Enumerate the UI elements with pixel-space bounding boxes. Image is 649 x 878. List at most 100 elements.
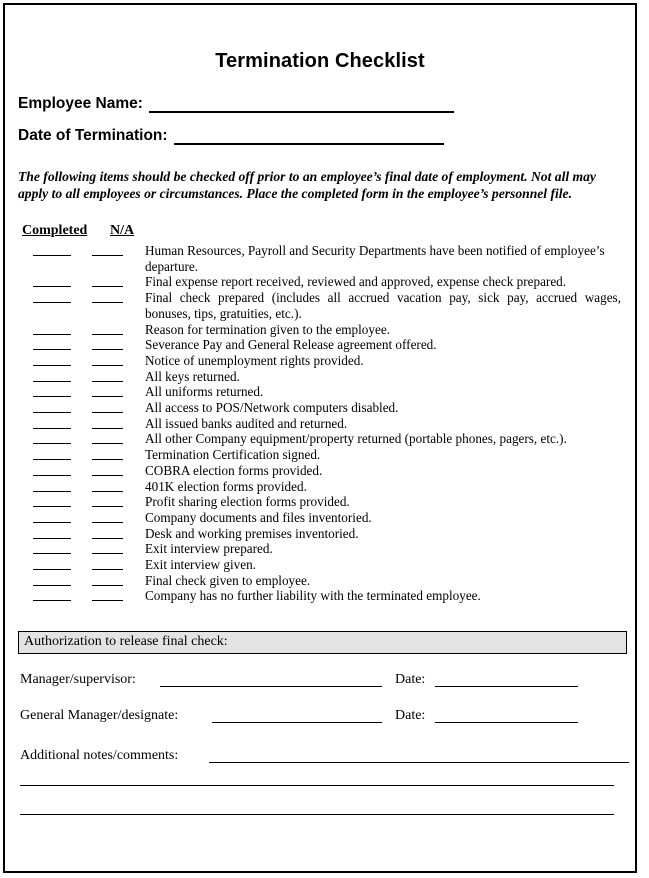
checkbox-completed[interactable] — [33, 448, 71, 461]
checklist-item-label: 401K election forms provided. — [145, 478, 307, 494]
checkbox-na[interactable] — [92, 275, 123, 288]
checklist-column-headers: Completed N/A — [18, 223, 635, 241]
checkbox-na[interactable] — [92, 542, 123, 555]
checklist-item-label: Company has no further liability with th… — [145, 588, 481, 604]
checkbox-completed[interactable] — [33, 480, 71, 492]
additional-notes-input-line-1[interactable] — [209, 748, 629, 764]
checklist-item-label: Human Resources, Payroll and Security De… — [145, 243, 605, 274]
checkbox-completed[interactable] — [33, 417, 71, 429]
checklist-item-label: COBRA election forms provided. — [145, 462, 323, 478]
general-manager-signature-row: General Manager/designate: Date: — [20, 708, 635, 734]
checkbox-completed[interactable] — [33, 464, 71, 476]
general-manager-signature-input[interactable] — [212, 708, 382, 724]
checkbox-na[interactable] — [92, 401, 123, 414]
checklist-item-label: Desk and working premises inventoried. — [145, 525, 359, 541]
checklist-row: Company has no further liability with th… — [5, 588, 635, 604]
checkbox-completed[interactable] — [33, 511, 71, 523]
checklist-item-label: All uniforms returned. — [145, 384, 264, 400]
checklist-row: 401K election forms provided. — [5, 479, 635, 495]
column-header-completed: Completed — [22, 223, 88, 238]
checklist-item-label: Notice of unemployment rights provided. — [145, 352, 364, 368]
checklist-item-label: Final check given to employee. — [145, 572, 311, 588]
termination-date-input[interactable] — [173, 131, 444, 145]
checklist-item-label: Termination Certification signed. — [145, 447, 321, 463]
column-header-na: N/A — [110, 223, 135, 238]
checklist-row: Company documents and files inventoried. — [5, 510, 635, 526]
termination-date-field-row: Date of Termination: — [18, 127, 635, 145]
checklist-item-label: All keys returned. — [145, 368, 240, 384]
checkbox-na[interactable] — [92, 511, 123, 523]
checkbox-na[interactable] — [92, 385, 123, 398]
checklist-row: Profit sharing election forms provided. — [5, 494, 635, 510]
checkbox-na[interactable] — [92, 464, 123, 476]
checklist-row: Notice of unemployment rights provided. — [5, 353, 635, 369]
checklist-row: Severance Pay and General Release agreem… — [5, 337, 635, 353]
document-page: Termination Checklist Employee Name: Dat… — [3, 3, 637, 873]
checkbox-completed[interactable] — [33, 354, 71, 366]
checkbox-completed[interactable] — [33, 291, 71, 304]
checkbox-completed[interactable] — [33, 527, 71, 539]
checkbox-na[interactable] — [92, 432, 123, 445]
checklist-row: All access to POS/Network computers disa… — [5, 400, 635, 416]
checklist-item-label: Exit interview prepared. — [145, 541, 273, 557]
checkbox-na[interactable] — [92, 558, 123, 571]
checkbox-completed[interactable] — [33, 558, 71, 571]
authorization-banner: Authorization to release final check: — [18, 631, 627, 655]
general-manager-date-input[interactable] — [435, 708, 578, 724]
checklist-row: Exit interview given. — [5, 557, 635, 573]
manager-signature-input[interactable] — [160, 672, 382, 688]
checkbox-na[interactable] — [92, 370, 123, 382]
instructions-paragraph: The following items should be checked of… — [18, 169, 596, 201]
checklist-row: Final expense report received, reviewed … — [5, 274, 635, 290]
checkbox-completed[interactable] — [33, 275, 71, 288]
checklist-row: Final check given to employee. — [5, 573, 635, 589]
checkbox-na[interactable] — [92, 338, 123, 351]
checkbox-na[interactable] — [92, 417, 123, 429]
employee-name-label: Employee Name: — [18, 95, 143, 112]
checkbox-completed[interactable] — [33, 370, 71, 382]
checkbox-completed[interactable] — [33, 495, 71, 508]
checkbox-completed[interactable] — [33, 338, 71, 351]
checkbox-na[interactable] — [92, 480, 123, 492]
general-manager-date-label: Date: — [395, 708, 426, 724]
checkbox-na[interactable] — [92, 244, 123, 256]
checkbox-na[interactable] — [92, 291, 123, 304]
checkbox-completed[interactable] — [33, 401, 71, 414]
page-title: Termination Checklist — [215, 50, 425, 72]
checkbox-na[interactable] — [92, 589, 123, 602]
checklist-row: Termination Certification signed. — [5, 447, 635, 463]
checkbox-completed[interactable] — [33, 574, 71, 586]
checkbox-na[interactable] — [92, 323, 123, 335]
employee-name-input[interactable] — [148, 99, 454, 113]
checklist-item-label: Exit interview given. — [145, 557, 256, 573]
checkbox-na[interactable] — [92, 354, 123, 366]
checklist-item-label: Reason for termination given to the empl… — [145, 321, 390, 337]
checkbox-na[interactable] — [92, 574, 123, 586]
checklist-row: All keys returned. — [5, 369, 635, 385]
checkbox-completed[interactable] — [33, 385, 71, 398]
checklist-row: Human Resources, Payroll and Security De… — [5, 243, 635, 274]
checkbox-completed[interactable] — [33, 542, 71, 555]
checklist-item-label: All other Company equipment/property ret… — [145, 431, 567, 447]
additional-notes-input-line-2[interactable] — [20, 785, 614, 787]
checklist-item-label: Final expense report received, reviewed … — [145, 274, 567, 290]
checklist-row: Reason for termination given to the empl… — [5, 322, 635, 338]
checkbox-na[interactable] — [92, 495, 123, 508]
checkbox-completed[interactable] — [33, 323, 71, 335]
checklist-item-label: Final check prepared (includes all accru… — [145, 290, 621, 321]
checklist-item-label: All issued banks audited and returned. — [145, 415, 348, 431]
general-manager-label: General Manager/designate: — [20, 708, 179, 724]
manager-date-label: Date: — [395, 672, 426, 688]
checklist-row: Desk and working premises inventoried. — [5, 526, 635, 542]
checklist-row: All uniforms returned. — [5, 384, 635, 400]
manager-date-input[interactable] — [435, 672, 578, 688]
additional-notes-input-line-3[interactable] — [20, 814, 614, 816]
checklist-item-label: Company documents and files inventoried. — [145, 509, 372, 525]
checklist-row: All other Company equipment/property ret… — [5, 431, 635, 447]
employee-name-field-row: Employee Name: — [18, 95, 635, 113]
checkbox-na[interactable] — [92, 448, 123, 461]
checkbox-completed[interactable] — [33, 244, 71, 256]
checkbox-completed[interactable] — [33, 589, 71, 602]
checkbox-na[interactable] — [92, 527, 123, 539]
checkbox-completed[interactable] — [33, 432, 71, 445]
